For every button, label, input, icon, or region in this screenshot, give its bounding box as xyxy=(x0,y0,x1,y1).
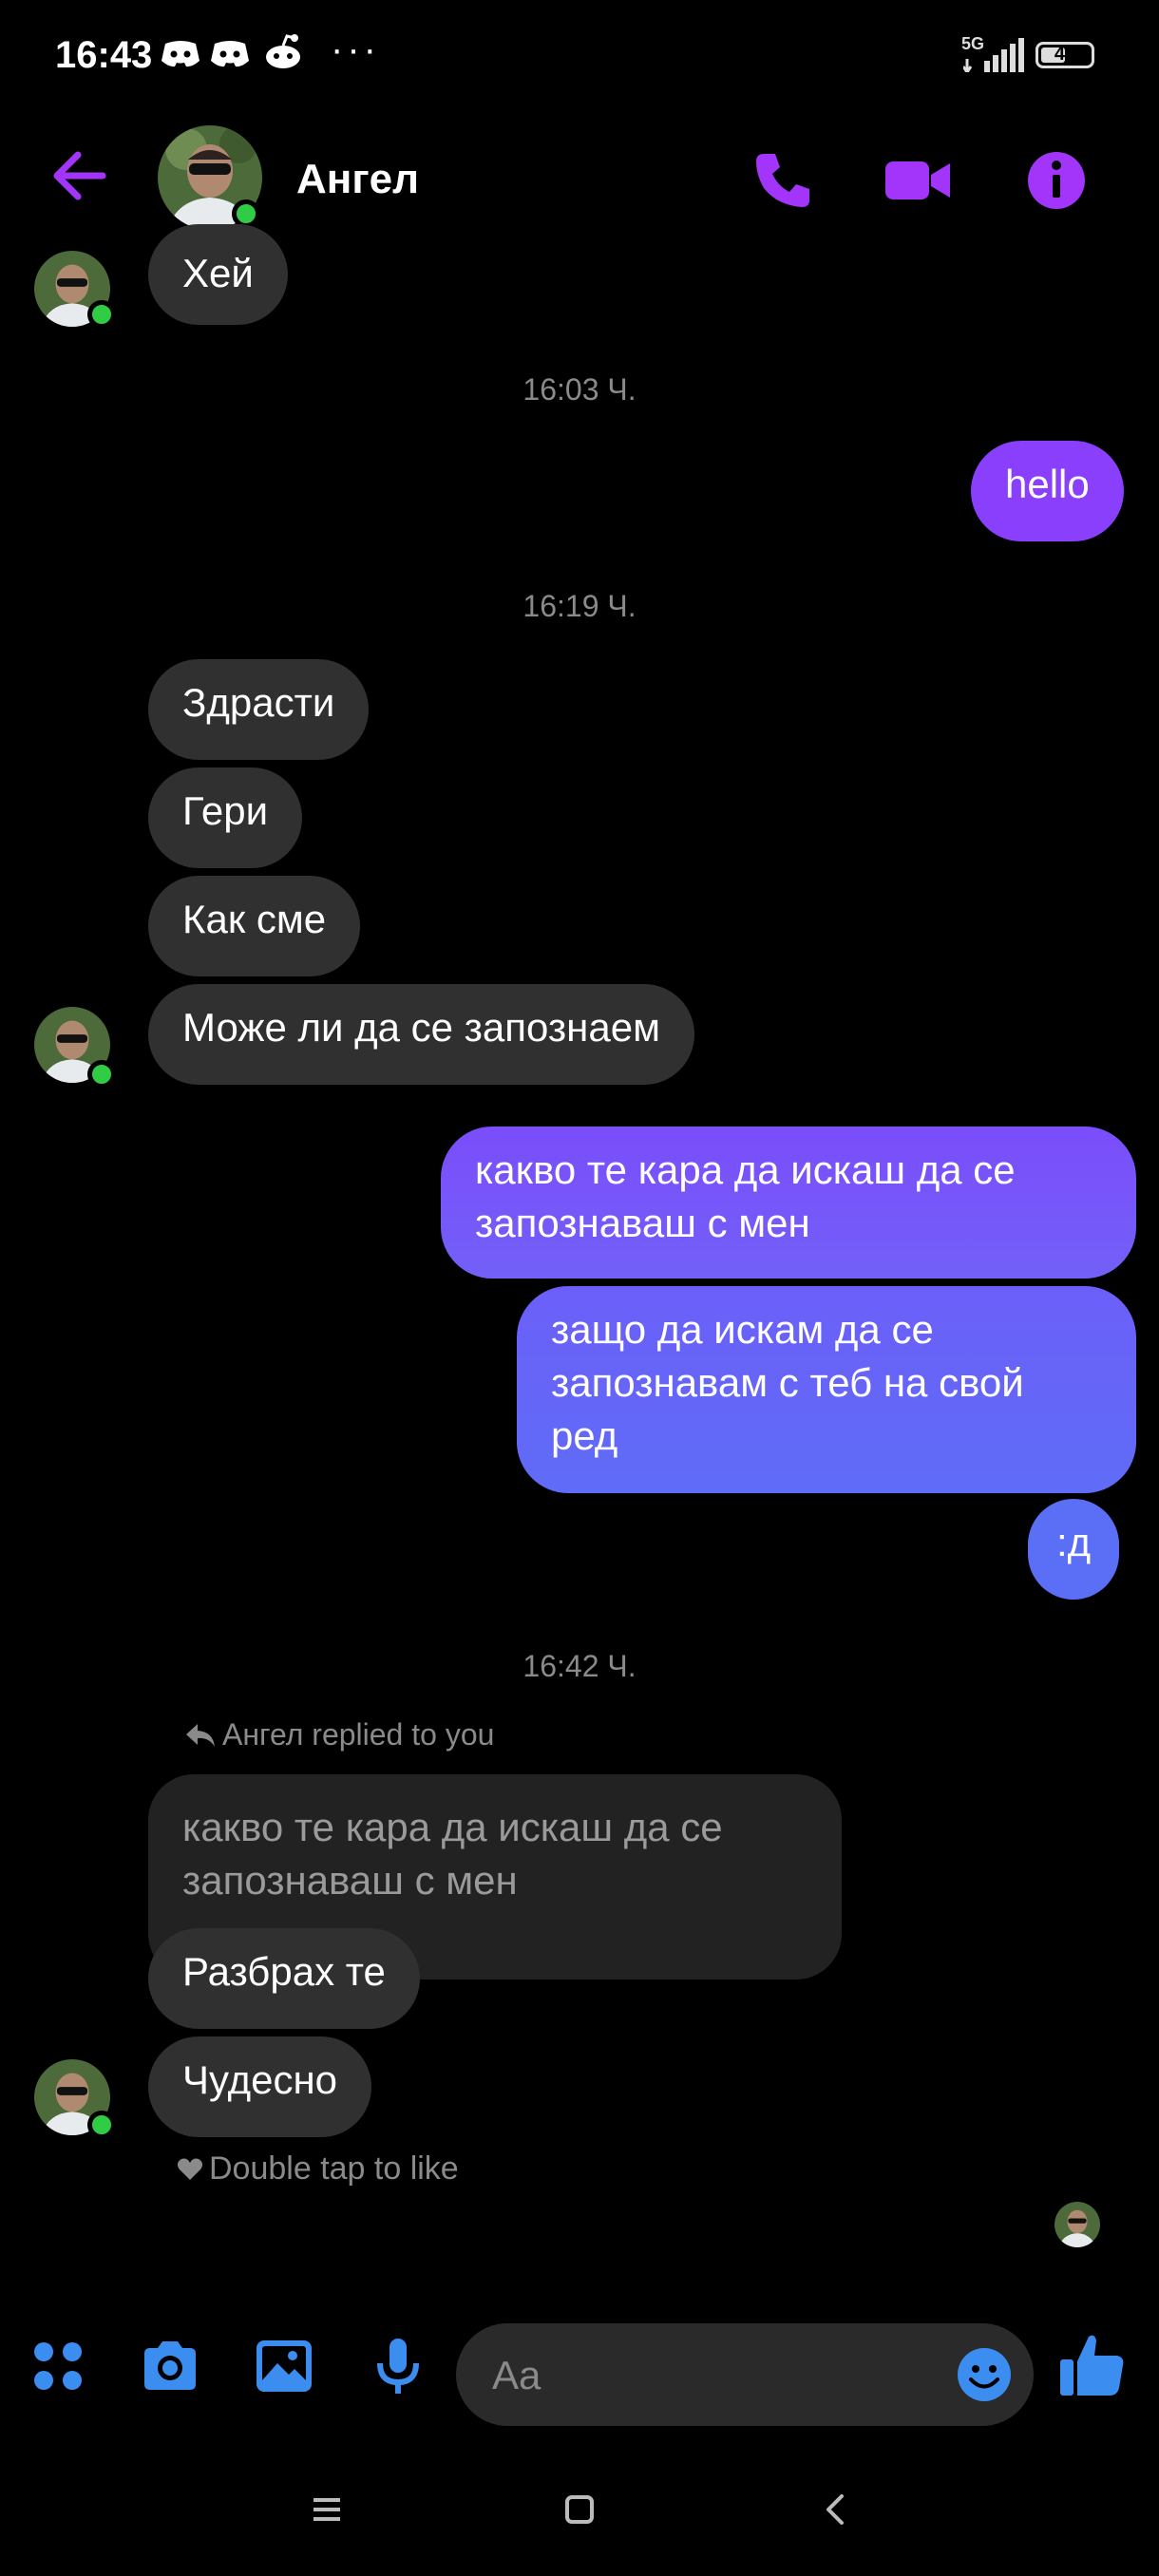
double-tap-hint: Double tap to like xyxy=(177,2150,459,2188)
battery-level: 49 xyxy=(1054,44,1076,65)
discord-icon xyxy=(162,41,200,67)
message-line: какво те кара да искаш да се xyxy=(475,1147,1016,1192)
message-incoming[interactable]: Как сме xyxy=(148,876,361,976)
message-incoming[interactable]: Разбрах те xyxy=(148,1928,420,2029)
message-composer[interactable] xyxy=(456,2323,1034,2428)
message-outgoing[interactable]: :д xyxy=(1028,1499,1120,1600)
message-incoming[interactable]: Здрасти xyxy=(148,659,370,760)
double-tap-text: Double tap to like xyxy=(209,2150,459,2187)
message-line: запознавам с теб на свой xyxy=(551,1360,1024,1405)
info-icon[interactable] xyxy=(1018,142,1094,218)
heart-icon xyxy=(177,2158,203,2180)
more-dots-icon: ··· xyxy=(331,28,380,70)
message-incoming[interactable]: Чудесно xyxy=(148,2036,372,2137)
message-incoming[interactable]: Хей xyxy=(148,224,288,325)
message-line: запознаваш с мен xyxy=(475,1201,810,1245)
message-line: защо да искам да се xyxy=(551,1307,934,1352)
message-line: ред xyxy=(551,1413,618,1458)
online-indicator xyxy=(87,300,116,329)
message-incoming[interactable]: Може ли да се запознаем xyxy=(148,984,694,1085)
message-incoming[interactable]: Гери xyxy=(148,767,303,868)
timestamp: 16:03 Ч. xyxy=(522,372,636,407)
timestamp: 16:42 Ч. xyxy=(522,1649,636,1683)
camera-icon[interactable] xyxy=(137,2333,203,2399)
phone-icon[interactable] xyxy=(745,142,821,218)
message-outgoing[interactable]: защо да искам да се запознавам с теб на … xyxy=(517,1286,1136,1493)
reply-indicator-text: Ангел replied to you xyxy=(222,1717,495,1752)
battery-indicator: 49 xyxy=(1036,42,1094,68)
status-time: 16:43 xyxy=(55,34,153,76)
seen-avatar xyxy=(1054,2202,1100,2247)
discord-icon xyxy=(211,41,249,67)
message-outgoing[interactable]: hello xyxy=(971,441,1124,541)
message-input[interactable] xyxy=(490,2323,912,2428)
emoji-icon[interactable] xyxy=(956,2346,1013,2403)
message-outgoing[interactable]: какво те кара да искаш да се запознаваш … xyxy=(441,1127,1136,1279)
back-arrow-icon[interactable] xyxy=(48,142,114,209)
online-indicator xyxy=(87,2111,116,2139)
video-camera-icon[interactable] xyxy=(880,142,956,218)
home-icon[interactable] xyxy=(551,2481,608,2538)
reply-indicator: Ангел replied to you xyxy=(184,1717,494,1752)
quoted-line: какво те кара да искаш да се xyxy=(182,1805,723,1849)
apps-grid-icon[interactable] xyxy=(25,2333,91,2399)
quoted-line: запознаваш с мен xyxy=(182,1858,518,1903)
microphone-icon[interactable] xyxy=(365,2333,431,2399)
gallery-icon[interactable] xyxy=(251,2333,317,2399)
thumbs-up-icon[interactable] xyxy=(1056,2329,1129,2401)
reply-arrow-icon xyxy=(186,1724,215,1747)
reddit-icon xyxy=(266,34,300,68)
signal-icon xyxy=(963,38,1024,72)
timestamp: 16:19 Ч. xyxy=(522,589,636,623)
menu-icon[interactable] xyxy=(298,2481,355,2538)
back-icon[interactable] xyxy=(808,2481,864,2538)
contact-name[interactable]: Ангел xyxy=(296,156,419,203)
online-indicator xyxy=(87,1060,116,1089)
